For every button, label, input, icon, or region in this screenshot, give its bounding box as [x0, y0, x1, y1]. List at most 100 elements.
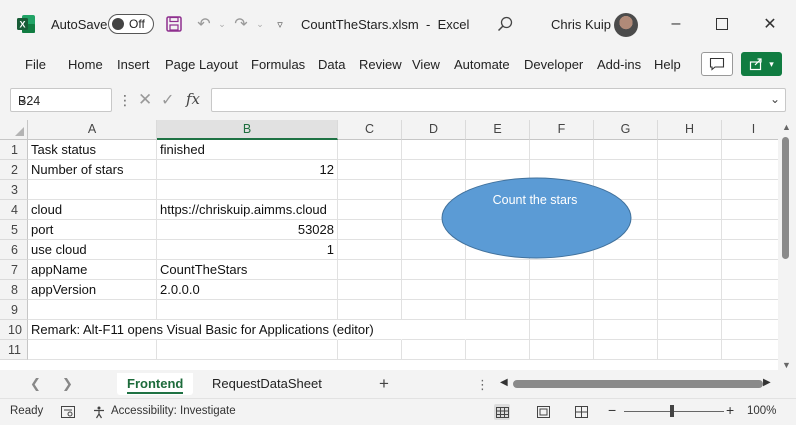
tab-home[interactable]: Home [68, 57, 103, 72]
cell-empty[interactable] [722, 180, 778, 200]
cell-empty[interactable] [338, 180, 402, 200]
cell-empty[interactable] [402, 320, 466, 340]
next-sheet-icon[interactable]: ❯ [62, 376, 73, 392]
tab-review[interactable]: Review [359, 57, 402, 72]
cell-empty[interactable] [658, 260, 722, 280]
tab-developer[interactable]: Developer [524, 57, 583, 72]
cell-empty[interactable] [722, 260, 778, 280]
cell-empty[interactable] [338, 340, 402, 360]
vertical-scroll-thumb[interactable] [782, 137, 789, 259]
cell-a[interactable]: cloud [28, 200, 157, 220]
add-sheet-icon[interactable]: + [379, 374, 389, 394]
cell-empty[interactable] [722, 280, 778, 300]
cell-empty[interactable] [658, 300, 722, 320]
row-header[interactable]: 10 [0, 320, 28, 340]
chevron-down-icon[interactable]: ⌄ [18, 92, 105, 106]
cell-a[interactable] [28, 180, 157, 200]
cell-empty[interactable] [658, 220, 722, 240]
column-header-h[interactable]: H [658, 120, 722, 140]
cell-empty[interactable] [466, 280, 530, 300]
row-header[interactable]: 2 [0, 160, 28, 180]
cell-empty[interactable] [594, 300, 658, 320]
cell-empty[interactable] [338, 200, 402, 220]
row-header[interactable]: 3 [0, 180, 28, 200]
cell-empty[interactable] [402, 260, 466, 280]
row-header[interactable]: 5 [0, 220, 28, 240]
page-layout-view-icon[interactable] [535, 404, 551, 420]
accessibility-status[interactable]: Accessibility: Investigate [111, 405, 236, 417]
cell-a[interactable]: Remark: Alt-F11 opens Visual Basic for A… [28, 320, 374, 340]
page-break-preview-icon[interactable] [573, 404, 589, 420]
cell-a[interactable] [28, 300, 157, 320]
save-icon[interactable] [163, 13, 185, 35]
cell-empty[interactable] [722, 220, 778, 240]
select-all-corner[interactable] [0, 120, 28, 140]
cell-empty[interactable] [402, 140, 466, 160]
scroll-down-icon[interactable]: ▼ [782, 360, 791, 370]
tab-page-layout[interactable]: Page Layout [165, 57, 238, 72]
more-options-icon[interactable]: ⋮ [476, 377, 489, 393]
search-icon[interactable] [494, 13, 516, 35]
column-header-b[interactable]: B [157, 120, 338, 140]
cancel-icon[interactable]: ✕ [138, 90, 152, 110]
cell-empty[interactable] [658, 140, 722, 160]
cell-empty[interactable] [594, 140, 658, 160]
cell-b[interactable]: 2.0.0.0 [157, 280, 338, 300]
tab-view[interactable]: View [412, 57, 440, 72]
cell-a[interactable]: Number of stars [28, 160, 157, 180]
cell-b[interactable]: 53028 [157, 220, 338, 240]
vertical-scrollbar[interactable]: ▲ ▼ [778, 120, 796, 370]
cell-empty[interactable] [530, 280, 594, 300]
normal-view-icon[interactable] [494, 404, 510, 420]
row-header[interactable]: 11 [0, 340, 28, 360]
expand-formula-bar-icon[interactable]: ⌄ [770, 92, 780, 106]
cell-b[interactable] [157, 320, 338, 340]
cell-empty[interactable] [466, 260, 530, 280]
cell-empty[interactable] [530, 260, 594, 280]
cell-b[interactable]: https://chriskuip.aimms.cloud [157, 200, 338, 220]
cell-b[interactable] [157, 340, 338, 360]
column-header-c[interactable]: C [338, 120, 402, 140]
customize-qat-icon[interactable]: ▿ [269, 13, 291, 35]
cell-a[interactable]: appName [28, 260, 157, 280]
cell-empty[interactable] [658, 240, 722, 260]
row-header[interactable]: 6 [0, 240, 28, 260]
cell-a[interactable]: use cloud [28, 240, 157, 260]
cell-empty[interactable] [338, 280, 402, 300]
maximize-icon[interactable] [710, 12, 734, 36]
cell-empty[interactable] [466, 300, 530, 320]
redo-dropdown-icon[interactable]: ⌄ [249, 13, 271, 35]
cell-empty[interactable] [530, 320, 594, 340]
tab-data[interactable]: Data [318, 57, 345, 72]
minimize-icon[interactable]: – [664, 12, 688, 36]
row-header[interactable]: 1 [0, 140, 28, 160]
scroll-left-icon[interactable]: ◀ [500, 377, 508, 388]
zoom-level[interactable]: 100% [747, 405, 776, 417]
cell-empty[interactable] [722, 160, 778, 180]
cell-empty[interactable] [594, 260, 658, 280]
cell-empty[interactable] [338, 260, 402, 280]
cell-empty[interactable] [466, 140, 530, 160]
column-header-f[interactable]: F [530, 120, 594, 140]
cell-empty[interactable] [658, 160, 722, 180]
cell-empty[interactable] [530, 340, 594, 360]
accessibility-icon[interactable] [91, 404, 107, 420]
cell-empty[interactable] [722, 200, 778, 220]
close-icon[interactable]: ✕ [758, 12, 782, 36]
column-header-a[interactable]: A [28, 120, 157, 140]
column-header-g[interactable]: G [594, 120, 658, 140]
cell-b[interactable]: 12 [157, 160, 338, 180]
formula-input[interactable]: ⌄ [211, 88, 786, 112]
autosave-toggle[interactable]: Off [108, 14, 154, 34]
cell-empty[interactable] [530, 300, 594, 320]
column-header-e[interactable]: E [466, 120, 530, 140]
tab-add-ins[interactable]: Add-ins [597, 57, 641, 72]
cell-empty[interactable] [594, 280, 658, 300]
name-box[interactable]: B24 ⌄ [10, 88, 112, 112]
cell-a[interactable]: appVersion [28, 280, 157, 300]
sheet-tab-requestdatasheet[interactable]: RequestDataSheet [212, 373, 322, 395]
worksheet-grid[interactable]: A B C D E F G H I 1 Task status finished 2 N… [0, 120, 778, 370]
cell-empty[interactable] [338, 160, 402, 180]
cell-empty[interactable] [402, 340, 466, 360]
macro-recording-icon[interactable] [60, 404, 76, 420]
